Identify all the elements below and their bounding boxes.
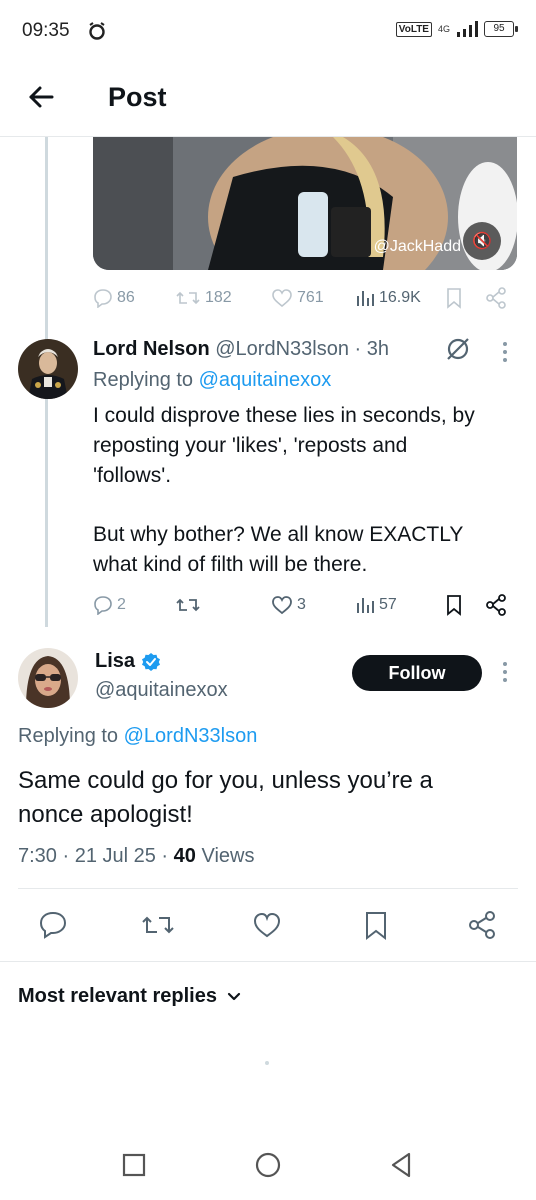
- bookmark-icon: [447, 288, 461, 309]
- chevron-down-icon: [227, 992, 241, 1000]
- status-time: 09:35: [22, 20, 70, 41]
- alarm-icon: [89, 22, 105, 40]
- views-action[interactable]: 57: [355, 595, 397, 615]
- share-icon: [486, 287, 506, 309]
- original-post-actions: 86 182 761 16.9K: [93, 284, 513, 312]
- signal-icon: [457, 21, 478, 37]
- status-indicators: VoLTE 4G 95: [395, 21, 518, 37]
- reply-body-line: reposting your 'likes', 'reposts and: [93, 434, 408, 457]
- reply-body: I could disprove these lies in seconds, …: [93, 401, 513, 580]
- reply-replying-to: Replying to @aquitainexox: [93, 369, 331, 392]
- like-count: 761: [297, 289, 324, 306]
- views-action[interactable]: 16.9K: [355, 288, 421, 308]
- views-icon: [357, 598, 374, 613]
- post-author-name-row: Lisa: [95, 650, 161, 673]
- more-options-icon[interactable]: [500, 340, 510, 364]
- replies-sort-dropdown[interactable]: Most relevant replies: [18, 985, 241, 1008]
- heart-icon: [272, 289, 292, 308]
- replying-to-handle[interactable]: @LordN33lson: [124, 725, 258, 747]
- post-video[interactable]: @JackHadd 🔇: [93, 137, 517, 270]
- share-icon: [486, 594, 506, 616]
- repost-count: 182: [205, 289, 232, 306]
- post-body-line: nonce apologist!: [18, 801, 193, 828]
- divider: [0, 961, 536, 962]
- post-author-avatar[interactable]: [18, 648, 78, 708]
- reply-author-handle-time[interactable]: @LordN33lson · 3h: [215, 338, 389, 360]
- post-timestamp: 7:30 · 21 Jul 25 ·: [18, 845, 174, 867]
- back-icon[interactable]: [387, 1150, 417, 1180]
- bookmark-icon: [447, 595, 461, 616]
- top-app-bar: Post: [0, 62, 536, 137]
- repost-icon: [176, 598, 200, 612]
- like-action[interactable]: 3: [271, 595, 306, 615]
- reply-icon[interactable]: [38, 910, 68, 940]
- heart-icon: [272, 596, 292, 615]
- reply-action[interactable]: 2: [93, 595, 126, 615]
- verified-badge-icon: [142, 652, 161, 671]
- reply-author-line: Lord Nelson @LordN33lson · 3h: [93, 338, 389, 361]
- post-replying-to: Replying to @LordN33lson: [18, 725, 257, 748]
- more-options-icon[interactable]: [500, 660, 510, 684]
- divider: [18, 888, 518, 889]
- avatar-image: [18, 648, 78, 708]
- recent-apps-icon[interactable]: [119, 1150, 149, 1180]
- reply-body-line: But why bother? We all know EXACTLY: [93, 523, 464, 546]
- mute-icon[interactable]: 🔇: [463, 222, 501, 260]
- reply-icon: [94, 596, 112, 615]
- post-views-label: Views: [195, 845, 255, 867]
- reply-actions: 2 3 57: [93, 591, 513, 619]
- reply-icon: [94, 289, 112, 308]
- replying-prefix: Replying to: [18, 725, 119, 747]
- share-icon[interactable]: [467, 910, 497, 940]
- reply-body-line: 'follows'.: [93, 464, 172, 487]
- reply-author-avatar[interactable]: [18, 339, 78, 399]
- battery-icon: 95: [484, 21, 518, 37]
- reply-body-line: what kind of filth will be there.: [93, 553, 368, 576]
- reply-body-line: I could disprove these lies in seconds, …: [93, 404, 475, 427]
- post-author-name[interactable]: Lisa: [95, 650, 135, 673]
- bookmark-action[interactable]: [445, 287, 463, 309]
- replies-sort-label: Most relevant replies: [18, 985, 217, 1007]
- reply-author-name[interactable]: Lord Nelson: [93, 338, 210, 360]
- loading-indicator: [265, 1061, 269, 1065]
- replying-to-handle[interactable]: @aquitainexox: [199, 369, 332, 391]
- page-title: Post: [108, 82, 167, 112]
- views-count: 16.9K: [379, 289, 421, 306]
- repost-icon: [176, 291, 200, 305]
- bookmark-icon[interactable]: [364, 911, 388, 941]
- reply-body-line: [93, 491, 513, 520]
- bookmark-action[interactable]: [445, 594, 463, 616]
- reply-count: 2: [117, 596, 126, 613]
- repost-icon[interactable]: [140, 911, 176, 939]
- share-action[interactable]: [485, 287, 507, 309]
- follow-button[interactable]: Follow: [352, 655, 482, 691]
- views-count: 57: [379, 596, 397, 613]
- home-icon[interactable]: [253, 1150, 283, 1180]
- repost-action[interactable]: 182: [175, 288, 232, 308]
- post-body-line: Same could go for you, unless you’re a: [18, 767, 433, 794]
- post-timestamp-views: 7:30 · 21 Jul 25 · 40 Views: [18, 845, 254, 868]
- network-type: 4G: [437, 24, 450, 34]
- status-bar: 09:35 VoLTE 4G 95: [0, 0, 536, 62]
- views-icon: [357, 291, 374, 306]
- avatar-image: [18, 339, 78, 399]
- reply-count: 86: [117, 289, 135, 306]
- video-watermark: @JackHadd: [373, 238, 461, 255]
- reply-action[interactable]: 86: [93, 288, 135, 308]
- like-count: 3: [297, 596, 306, 613]
- like-action[interactable]: 761: [271, 288, 324, 308]
- volte-badge: VoLTE: [395, 21, 432, 37]
- post-views-count: 40: [173, 845, 196, 867]
- system-navigation-bar: [0, 1130, 536, 1200]
- share-action[interactable]: [485, 594, 507, 616]
- heart-icon[interactable]: [252, 911, 282, 939]
- repost-action[interactable]: [175, 595, 201, 615]
- post-author-handle[interactable]: @aquitainexox: [95, 679, 228, 702]
- post-body: Same could go for you, unless you’re a n…: [18, 764, 518, 832]
- grok-icon[interactable]: [444, 335, 472, 363]
- back-arrow-icon[interactable]: [24, 80, 58, 114]
- replying-prefix: Replying to: [93, 369, 194, 391]
